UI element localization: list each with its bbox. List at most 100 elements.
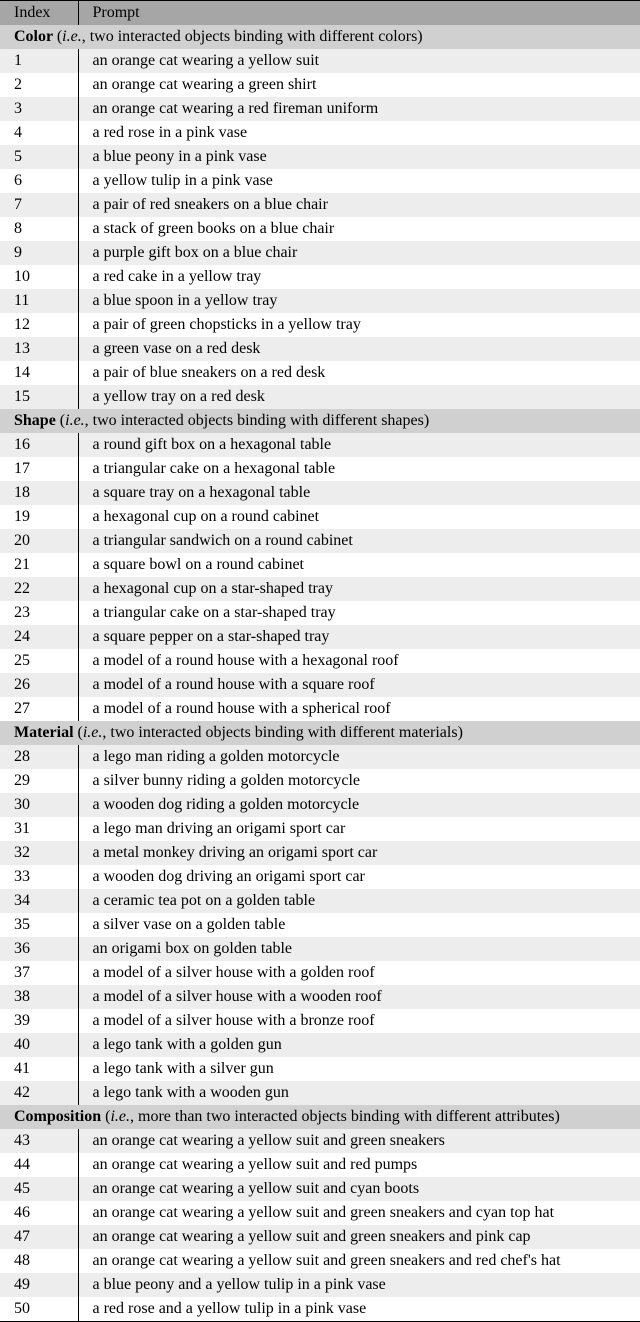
row-index: 5: [0, 145, 78, 169]
row-index: 16: [0, 433, 78, 457]
row-prompt: a wooden dog riding a golden motorcycle: [78, 793, 640, 817]
row-prompt: an origami box on golden table: [78, 937, 640, 961]
row-prompt: a hexagonal cup on a round cabinet: [78, 505, 640, 529]
row-index: 46: [0, 1201, 78, 1225]
table-row: 15a yellow tray on a red desk: [0, 385, 640, 409]
table-row: 24a square pepper on a star-shaped tray: [0, 625, 640, 649]
row-index: 40: [0, 1033, 78, 1057]
row-prompt: a red rose in a pink vase: [78, 121, 640, 145]
row-prompt: a blue peony and a yellow tulip in a pin…: [78, 1273, 640, 1297]
row-index: 24: [0, 625, 78, 649]
row-prompt: a metal monkey driving an origami sport …: [78, 841, 640, 865]
table-row: 21a square bowl on a round cabinet: [0, 553, 640, 577]
table-row: 40a lego tank with a golden gun: [0, 1033, 640, 1057]
row-prompt: a yellow tray on a red desk: [78, 385, 640, 409]
row-index: 20: [0, 529, 78, 553]
row-prompt: a silver vase on a golden table: [78, 913, 640, 937]
table-row: 25a model of a round house with a hexago…: [0, 649, 640, 673]
row-prompt: an orange cat wearing a green shirt: [78, 73, 640, 97]
table-row: 12a pair of green chopsticks in a yellow…: [0, 313, 640, 337]
row-index: 18: [0, 481, 78, 505]
row-prompt: a lego tank with a silver gun: [78, 1057, 640, 1081]
row-index: 42: [0, 1081, 78, 1105]
table-row: 2an orange cat wearing a green shirt: [0, 73, 640, 97]
row-prompt: an orange cat wearing a yellow suit and …: [78, 1201, 640, 1225]
table-row: 49a blue peony and a yellow tulip in a p…: [0, 1273, 640, 1297]
row-prompt: a model of a round house with a hexagona…: [78, 649, 640, 673]
table-row: 32a metal monkey driving an origami spor…: [0, 841, 640, 865]
row-index: 23: [0, 601, 78, 625]
table-row: 48an orange cat wearing a yellow suit an…: [0, 1249, 640, 1273]
row-index: 19: [0, 505, 78, 529]
row-index: 8: [0, 217, 78, 241]
row-index: 32: [0, 841, 78, 865]
row-index: 34: [0, 889, 78, 913]
table-row: 1an orange cat wearing a yellow suit: [0, 49, 640, 73]
row-index: 47: [0, 1225, 78, 1249]
table-row: 42a lego tank with a wooden gun: [0, 1081, 640, 1105]
prompts-table: IndexPromptColor (i.e., two interacted o…: [0, 0, 640, 1322]
row-index: 41: [0, 1057, 78, 1081]
row-prompt: a silver bunny riding a golden motorcycl…: [78, 769, 640, 793]
row-prompt: a lego man riding a golden motorcycle: [78, 745, 640, 769]
row-prompt: a pair of green chopsticks in a yellow t…: [78, 313, 640, 337]
row-prompt: a square pepper on a star-shaped tray: [78, 625, 640, 649]
row-index: 9: [0, 241, 78, 265]
row-prompt: a blue peony in a pink vase: [78, 145, 640, 169]
row-prompt: a model of a silver house with a bronze …: [78, 1009, 640, 1033]
row-prompt: an orange cat wearing a yellow suit: [78, 49, 640, 73]
row-index: 29: [0, 769, 78, 793]
row-index: 35: [0, 913, 78, 937]
table-row: 10a red cake in a yellow tray: [0, 265, 640, 289]
table-row: 37a model of a silver house with a golde…: [0, 961, 640, 985]
table-row: 23a triangular cake on a star-shaped tra…: [0, 601, 640, 625]
row-prompt: a triangular cake on a star-shaped tray: [78, 601, 640, 625]
row-index: 48: [0, 1249, 78, 1273]
table-header-row: IndexPrompt: [0, 1, 640, 26]
row-prompt: a model of a silver house with a wooden …: [78, 985, 640, 1009]
row-prompt: an orange cat wearing a yellow suit and …: [78, 1177, 640, 1201]
table-row: 3an orange cat wearing a red fireman uni…: [0, 97, 640, 121]
row-index: 33: [0, 865, 78, 889]
row-prompt: a triangular sandwich on a round cabinet: [78, 529, 640, 553]
row-prompt: a ceramic tea pot on a golden table: [78, 889, 640, 913]
table-row: 28a lego man riding a golden motorcycle: [0, 745, 640, 769]
row-index: 31: [0, 817, 78, 841]
row-prompt: a triangular cake on a hexagonal table: [78, 457, 640, 481]
row-index: 37: [0, 961, 78, 985]
row-prompt: a square bowl on a round cabinet: [78, 553, 640, 577]
row-prompt: a lego man driving an origami sport car: [78, 817, 640, 841]
row-prompt: a purple gift box on a blue chair: [78, 241, 640, 265]
section-title: Material (i.e., two interacted objects b…: [0, 721, 640, 745]
row-prompt: a green vase on a red desk: [78, 337, 640, 361]
row-prompt: a model of a round house with a square r…: [78, 673, 640, 697]
row-prompt: a model of a round house with a spherica…: [78, 697, 640, 721]
row-index: 44: [0, 1153, 78, 1177]
row-index: 49: [0, 1273, 78, 1297]
header-index: Index: [0, 1, 78, 26]
table-row: 29a silver bunny riding a golden motorcy…: [0, 769, 640, 793]
section-header: Material (i.e., two interacted objects b…: [0, 721, 640, 745]
row-prompt: a lego tank with a golden gun: [78, 1033, 640, 1057]
table-row: 9a purple gift box on a blue chair: [0, 241, 640, 265]
table-row: 5a blue peony in a pink vase: [0, 145, 640, 169]
table-row: 44an orange cat wearing a yellow suit an…: [0, 1153, 640, 1177]
table-row: 35a silver vase on a golden table: [0, 913, 640, 937]
table-row: 8a stack of green books on a blue chair: [0, 217, 640, 241]
row-prompt: a red cake in a yellow tray: [78, 265, 640, 289]
row-prompt: a square tray on a hexagonal table: [78, 481, 640, 505]
table-row: 46an orange cat wearing a yellow suit an…: [0, 1201, 640, 1225]
row-prompt: a pair of blue sneakers on a red desk: [78, 361, 640, 385]
row-prompt: a red rose and a yellow tulip in a pink …: [78, 1297, 640, 1322]
row-index: 2: [0, 73, 78, 97]
table-row: 7a pair of red sneakers on a blue chair: [0, 193, 640, 217]
row-index: 38: [0, 985, 78, 1009]
table-row: 14a pair of blue sneakers on a red desk: [0, 361, 640, 385]
table-row: 47an orange cat wearing a yellow suit an…: [0, 1225, 640, 1249]
row-prompt: an orange cat wearing a red fireman unif…: [78, 97, 640, 121]
table-row: 22a hexagonal cup on a star-shaped tray: [0, 577, 640, 601]
row-index: 3: [0, 97, 78, 121]
section-header: Composition (i.e., more than two interac…: [0, 1105, 640, 1129]
row-index: 27: [0, 697, 78, 721]
table-row: 50a red rose and a yellow tulip in a pin…: [0, 1297, 640, 1322]
